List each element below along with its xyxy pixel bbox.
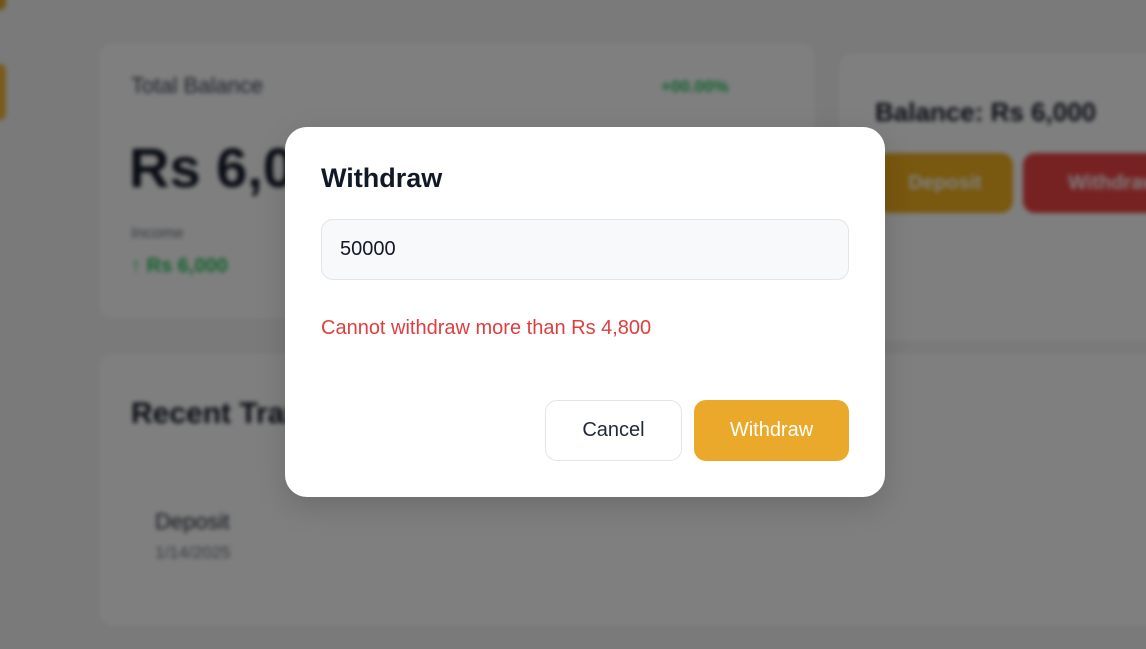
error-message: Cannot withdraw more than Rs 4,800 [321, 317, 652, 339]
withdraw-button[interactable]: Withdraw [694, 400, 849, 461]
dialog-title: Withdraw [321, 163, 443, 193]
withdraw-amount-input[interactable] [321, 219, 849, 280]
cancel-button[interactable]: Cancel [545, 400, 682, 461]
withdraw-dialog: Withdraw Cannot withdraw more than Rs 4,… [285, 127, 885, 497]
page: Total Balance +00.00% Rs 6,000 Income ↑ … [0, 0, 1146, 649]
